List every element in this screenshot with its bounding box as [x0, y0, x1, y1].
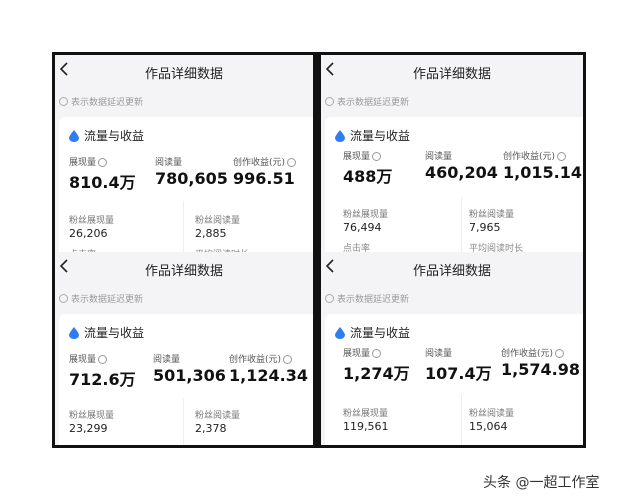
page-title: 作品详细数据 [144, 264, 223, 279]
section-title: 流量与收益 [335, 324, 410, 341]
delay-note: 表示数据延迟更新 [59, 95, 143, 108]
impressions-label: 展现量 [69, 352, 108, 365]
fan-impressions-value: 23,299 [69, 422, 108, 435]
fan-impressions-value: 26,206 [69, 227, 108, 240]
stats-panel: 作品详细数据 表示数据延迟更新 流量与收益 展现量 阅读量 创作收益(元) 81… [55, 55, 313, 252]
delay-note: 表示数据延迟更新 [325, 292, 409, 305]
divider [461, 197, 462, 252]
info-icon [287, 158, 297, 167]
fan-reads-value: 2,885 [195, 227, 227, 240]
impressions-value: 810.4万 [69, 173, 136, 192]
reads-value: 780,605 [155, 169, 228, 188]
info-icon [325, 294, 334, 303]
reads-value: 107.4万 [425, 364, 492, 383]
divider [183, 201, 184, 252]
impressions-label: 展现量 [343, 149, 382, 162]
earnings-value: 1,574.98 [501, 360, 580, 379]
section-title: 流量与收益 [69, 127, 144, 144]
page-title: 作品详细数据 [412, 67, 491, 82]
fan-impressions-label: 粉丝展现量 [69, 216, 115, 226]
delay-note: 表示数据延迟更新 [325, 95, 409, 108]
earnings-label: 创作收益(元) [501, 346, 565, 359]
traffic-card: 流量与收益 展现量 阅读量 创作收益(元) 1,274万 107.4万 1,57… [325, 314, 583, 445]
drop-icon [69, 129, 79, 142]
info-icon [59, 294, 68, 303]
click-rate-label: 点击率 [343, 244, 371, 252]
info-icon [372, 349, 382, 358]
info-icon [555, 349, 565, 358]
page-title: 作品详细数据 [144, 67, 223, 82]
reads-value: 460,204 [425, 163, 498, 182]
section-title: 流量与收益 [335, 127, 410, 144]
fan-reads-value: 15,064 [469, 420, 508, 433]
reads-label: 阅读量 [153, 355, 181, 365]
fan-reads-label: 粉丝阅读量 [469, 210, 515, 220]
section-title: 流量与收益 [69, 324, 144, 341]
header: 作品详细数据 [55, 55, 313, 89]
info-icon [98, 355, 108, 364]
fan-reads-label: 粉丝阅读量 [469, 409, 515, 419]
header: 作品详细数据 [321, 252, 583, 286]
info-icon [372, 152, 382, 161]
earnings-label: 创作收益(元) [503, 149, 567, 162]
earnings-label: 创作收益(元) [229, 352, 293, 365]
fan-impressions-value: 76,494 [343, 221, 382, 234]
stats-panel: 作品详细数据 表示数据延迟更新 流量与收益 展现量 阅读量 创作收益(元) 71… [55, 252, 313, 445]
earnings-value: 1,124.34 [229, 366, 308, 385]
drop-icon [69, 326, 79, 339]
reads-label: 阅读量 [425, 152, 453, 162]
info-icon [98, 158, 108, 167]
earnings-value: 996.51 [233, 169, 295, 188]
info-icon [283, 355, 293, 364]
header: 作品详细数据 [321, 55, 583, 89]
impressions-value: 712.6万 [69, 370, 136, 389]
fan-impressions-label: 粉丝展现量 [69, 411, 115, 421]
fan-reads-value: 7,965 [469, 221, 501, 234]
traffic-card: 流量与收益 展现量 阅读量 创作收益(元) 712.6万 501,306 1,1… [59, 314, 313, 445]
header: 作品详细数据 [55, 252, 313, 286]
reads-label: 阅读量 [425, 349, 453, 359]
divider [183, 398, 184, 445]
fan-reads-label: 粉丝阅读量 [195, 411, 241, 421]
drop-icon [335, 326, 345, 339]
impressions-value: 488万 [343, 167, 393, 186]
info-icon [557, 152, 567, 161]
avg-read-time-label: 平均阅读时长 [469, 244, 524, 252]
drop-icon [335, 129, 345, 142]
divider [461, 394, 462, 445]
stats-panel: 作品详细数据 表示数据延迟更新 流量与收益 展现量 阅读量 创作收益(元) 48… [321, 55, 583, 252]
reads-value: 501,306 [153, 366, 226, 385]
fan-impressions-value: 119,561 [343, 420, 389, 433]
fan-impressions-label: 粉丝展现量 [343, 210, 389, 220]
fan-impressions-label: 粉丝展现量 [343, 409, 389, 419]
delay-note: 表示数据延迟更新 [59, 292, 143, 305]
reads-label: 阅读量 [155, 158, 183, 168]
earnings-value: 1,015.14 [503, 163, 582, 182]
info-icon [325, 97, 334, 106]
info-icon [59, 97, 68, 106]
page-title: 作品详细数据 [412, 264, 491, 279]
traffic-card: 流量与收益 展现量 阅读量 创作收益(元) 488万 460,204 1,015… [325, 117, 583, 252]
fan-reads-label: 粉丝阅读量 [195, 216, 241, 226]
stats-panel: 作品详细数据 表示数据延迟更新 流量与收益 展现量 阅读量 创作收益(元) 1,… [321, 252, 583, 445]
traffic-card: 流量与收益 展现量 阅读量 创作收益(元) 810.4万 780,605 996… [59, 117, 313, 252]
watermark: 头条 @一超工作室 [483, 475, 600, 491]
impressions-value: 1,274万 [343, 364, 410, 383]
impressions-label: 展现量 [343, 346, 382, 359]
impressions-label: 展现量 [69, 155, 108, 168]
fan-reads-value: 2,378 [195, 422, 227, 435]
earnings-label: 创作收益(元) [233, 155, 297, 168]
